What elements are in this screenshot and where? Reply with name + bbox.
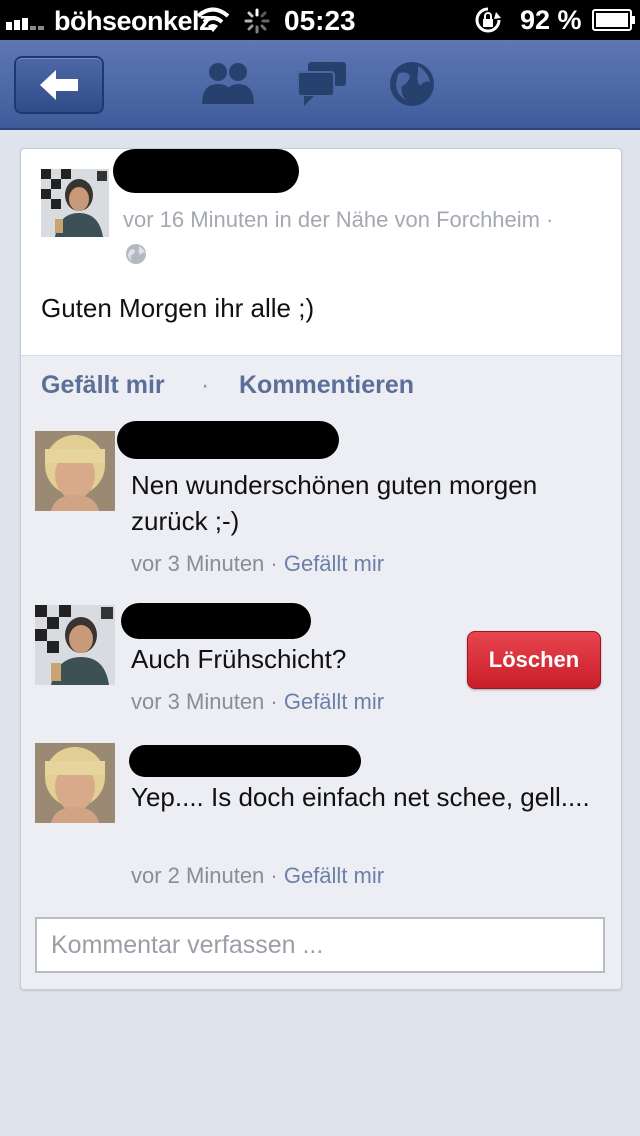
comment-meta: vor 3 Minuten · Gefällt mir (131, 689, 384, 715)
battery-percent: 92 % (520, 5, 582, 35)
redacted-commenter-name (121, 603, 311, 639)
comment-field-wrapper (35, 917, 605, 973)
comment-time: vor 3 Minuten · (131, 551, 284, 576)
friends-icon[interactable] (200, 60, 256, 108)
comment-text: Yep.... Is doch einfach net schee, gell.… (131, 782, 590, 812)
commenter-avatar[interactable] (35, 605, 115, 685)
action-separator: · (201, 371, 210, 399)
comment-meta: vor 2 Minuten · Gefällt mir (131, 863, 384, 889)
messages-icon[interactable] (296, 60, 348, 108)
like-button[interactable]: Gefällt mir (41, 371, 165, 400)
back-button[interactable] (14, 56, 104, 114)
wifi-icon (196, 7, 230, 32)
comment-time: vor 2 Minuten · (131, 863, 284, 888)
author-avatar[interactable] (41, 169, 109, 237)
activity-spinner-icon (244, 8, 270, 34)
redacted-commenter-name (129, 745, 361, 777)
back-arrow-icon (40, 70, 78, 100)
comment-meta: vor 3 Minuten · Gefällt mir (131, 551, 384, 577)
commenter-avatar[interactable] (35, 743, 115, 823)
redacted-commenter-name (117, 421, 339, 459)
comment-like-link[interactable]: Gefällt mir (284, 689, 384, 714)
post-meta: vor 16 Minuten in der Nähe von Forchheim… (123, 207, 554, 232)
signal-icon (6, 18, 44, 30)
comment-like-link[interactable]: Gefällt mir (284, 551, 384, 576)
comment-text: Nen wunderschönen guten morgen zurück ;-… (131, 470, 538, 536)
redacted-author-name (113, 149, 299, 193)
comment-like-link[interactable]: Gefällt mir (284, 863, 384, 888)
carrier-name: böhseonkelz (54, 6, 213, 36)
post-card: vor 16 Minuten in der Nähe von Forchheim… (20, 148, 622, 990)
globe-icon (126, 244, 146, 264)
status-bar: böhseonkelz 05:23 92 % (0, 0, 640, 40)
commenter-avatar[interactable] (35, 431, 115, 511)
battery-icon (592, 9, 635, 31)
navigation-bar (0, 40, 640, 130)
delete-button[interactable]: Löschen (467, 631, 601, 689)
comment-button[interactable]: Kommentieren (239, 371, 414, 400)
post-text: Guten Morgen ihr alle ;) (41, 293, 315, 323)
post: vor 16 Minuten in der Nähe von Forchheim… (21, 149, 621, 356)
comment-time: vor 3 Minuten · (131, 689, 284, 714)
comment-input[interactable] (37, 919, 603, 971)
globe-icon[interactable] (388, 60, 436, 108)
clock: 05:23 (284, 5, 356, 36)
rotation-lock-icon (475, 7, 501, 33)
